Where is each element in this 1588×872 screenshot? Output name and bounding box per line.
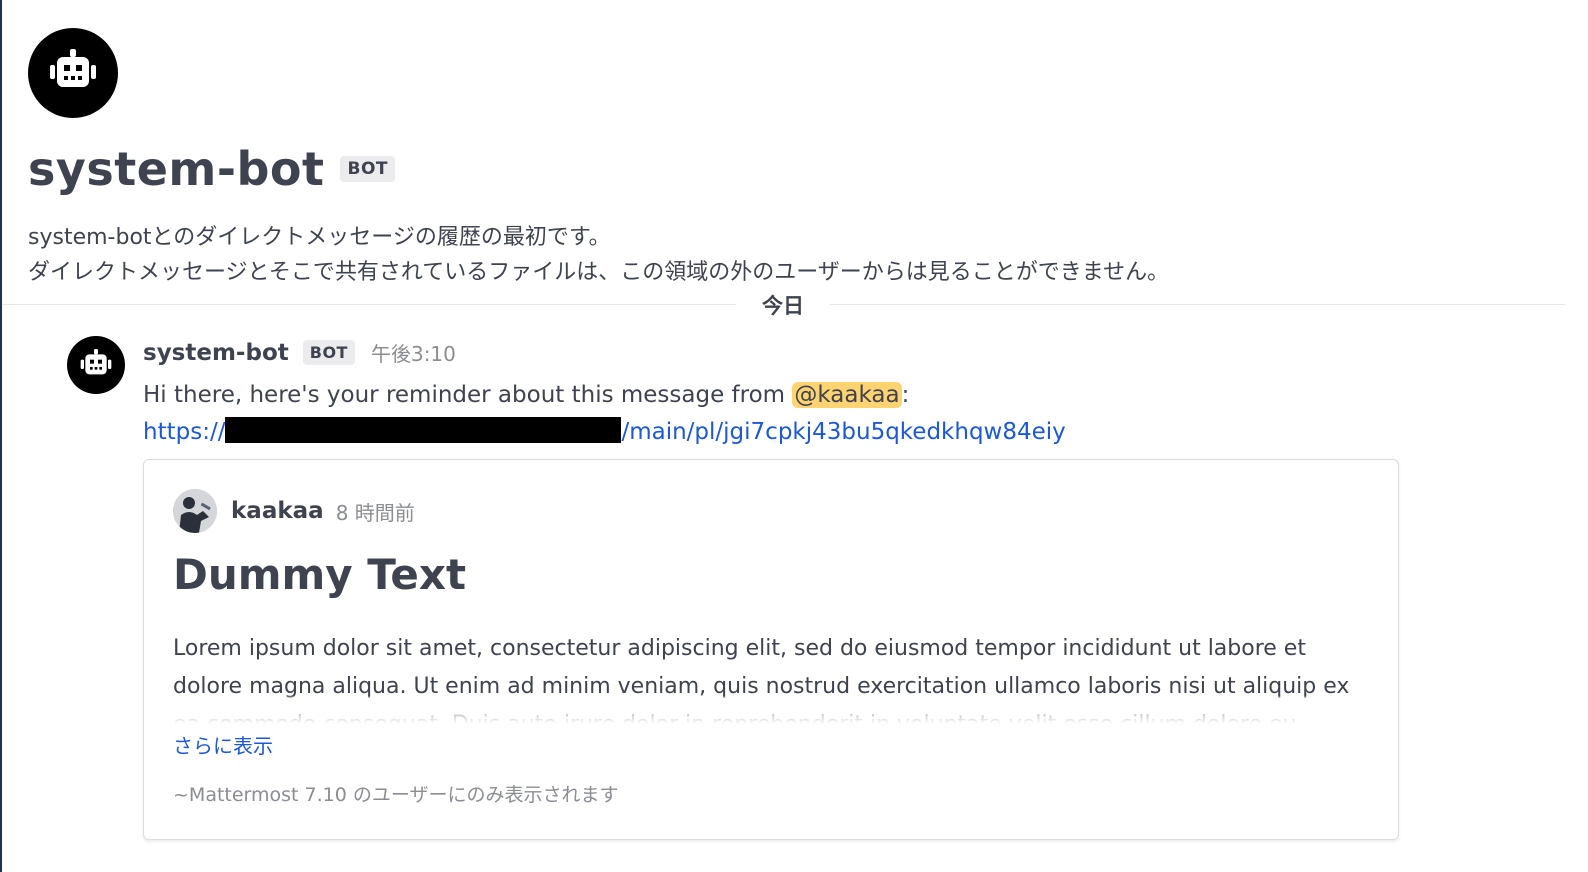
card-timestamp[interactable]: 8 時間前 xyxy=(336,497,415,526)
user-mention[interactable]: @kaakaa xyxy=(792,382,902,408)
robot-icon xyxy=(80,349,112,375)
sidebar-border xyxy=(0,0,2,872)
card-title: Dummy Text xyxy=(173,550,467,599)
channel-intro-description: system-botとのダイレクトメッセージの履歴の最初です。 ダイレクトメッセ… xyxy=(28,220,1169,290)
bot-avatar[interactable] xyxy=(28,28,118,118)
permalink-preview-card[interactable]: kaakaa 8 時間前 Dummy Text Lorem ipsum dolo… xyxy=(143,459,1399,840)
avatar[interactable] xyxy=(173,489,217,533)
channel-intro-line1: system-botとのダイレクトメッセージの履歴の最初です。 xyxy=(28,225,611,250)
channel-intro-title: system-bot xyxy=(28,142,325,196)
channel-intro-title-row: system-bot BOT xyxy=(28,142,395,196)
card-footer-note: ~Mattermost 7.10 のユーザーにのみ表示されます xyxy=(173,784,619,806)
post-message: Hi there, here's your reminder about thi… xyxy=(143,377,1066,451)
post-avatar[interactable] xyxy=(67,336,125,394)
post-username[interactable]: system-bot xyxy=(143,340,289,366)
permalink-url-end: /main/pl/jgi7cpkj43bu5qkedkhqw84eiy xyxy=(621,419,1066,445)
channel-intro xyxy=(28,28,118,118)
post-timestamp[interactable]: 午後3:10 xyxy=(371,338,456,367)
robot-icon xyxy=(50,49,96,87)
permalink-url[interactable]: https:// /main/pl/jgi7cpkj43bu5qkedkhqw84… xyxy=(143,417,1066,445)
card-body-fade xyxy=(173,696,1363,724)
card-username[interactable]: kaakaa xyxy=(231,498,324,524)
bot-tag: BOT xyxy=(302,340,355,365)
message-text-suffix: : xyxy=(901,382,910,408)
post-link-line: https:// /main/pl/jgi7cpkj43bu5qkedkhqw84… xyxy=(143,414,1066,451)
post-header: system-bot BOT 午後3:10 xyxy=(143,338,456,367)
redacted-block xyxy=(225,417,622,443)
date-separator-label: 今日 xyxy=(736,290,830,320)
card-header: kaakaa 8 時間前 xyxy=(173,489,415,533)
bot-tag: BOT xyxy=(340,156,395,182)
permalink-url-start: https:// xyxy=(143,419,226,445)
user-photo-icon xyxy=(173,489,217,533)
show-more-link[interactable]: さらに表示 xyxy=(173,730,273,759)
post-message-line: Hi there, here's your reminder about thi… xyxy=(143,377,1066,414)
message-text: Hi there, here's your reminder about thi… xyxy=(143,382,793,408)
channel-intro-line2: ダイレクトメッセージとそこで共有されているファイルは、この領域の外のユーザーから… xyxy=(28,260,1170,285)
